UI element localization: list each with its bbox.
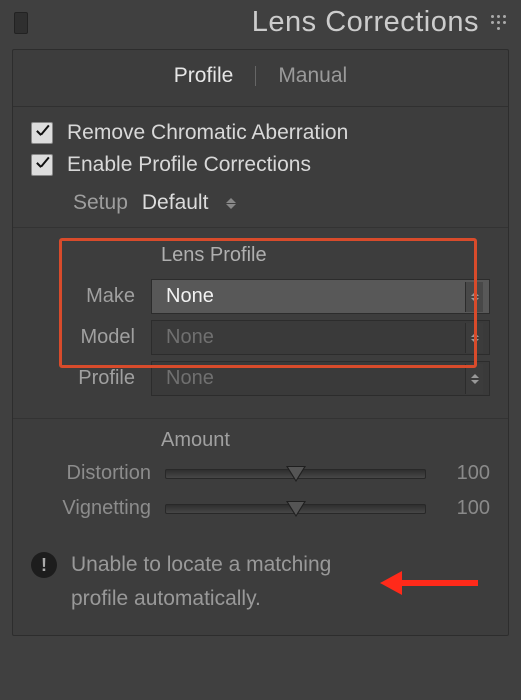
distortion-label: Distortion (31, 462, 151, 485)
model-select[interactable]: None (151, 320, 490, 355)
panel-title: Lens Corrections (28, 6, 491, 39)
lens-profile-section-label: Lens Profile (31, 244, 490, 267)
enable-profile-checkbox[interactable] (31, 154, 53, 176)
remove-chromatic-checkbox[interactable] (31, 122, 53, 144)
model-value: None (166, 326, 214, 349)
chevron-updown-icon (465, 323, 483, 353)
tab-manual[interactable]: Manual (278, 64, 347, 88)
enable-profile-label: Enable Profile Corrections (67, 153, 311, 177)
vignetting-slider[interactable] (165, 504, 426, 514)
distortion-slider[interactable] (165, 469, 426, 479)
profile-value: None (166, 367, 214, 390)
setup-value: Default (142, 191, 209, 215)
setup-stepper[interactable] (226, 198, 236, 209)
panel-enable-toggle[interactable] (14, 12, 28, 34)
vignetting-value[interactable]: 100 (440, 497, 490, 520)
lens-corrections-panel: Profile Manual Remove Chromatic Aberrati… (12, 49, 509, 636)
distortion-value[interactable]: 100 (440, 462, 490, 485)
make-label: Make (31, 285, 151, 308)
annotation-arrow (398, 580, 478, 586)
warning-text: Unable to locate a matching profile auto… (71, 548, 371, 615)
tab-row: Profile Manual (13, 50, 508, 102)
amount-section-label: Amount (31, 429, 490, 452)
model-label: Model (31, 326, 151, 349)
panel-menu-icon[interactable] (491, 15, 507, 31)
setup-label: Setup (73, 191, 128, 215)
tab-separator (255, 66, 256, 86)
divider (13, 106, 508, 107)
vignetting-label: Vignetting (31, 497, 151, 520)
profile-select[interactable]: None (151, 361, 490, 396)
make-select[interactable]: None (151, 279, 490, 314)
warning-icon: ! (31, 552, 57, 578)
profile-label: Profile (31, 367, 151, 390)
chevron-updown-icon (465, 364, 483, 394)
tab-profile[interactable]: Profile (174, 64, 234, 88)
chevron-updown-icon (465, 282, 483, 312)
make-value: None (166, 285, 214, 308)
remove-chromatic-label: Remove Chromatic Aberration (67, 121, 348, 145)
